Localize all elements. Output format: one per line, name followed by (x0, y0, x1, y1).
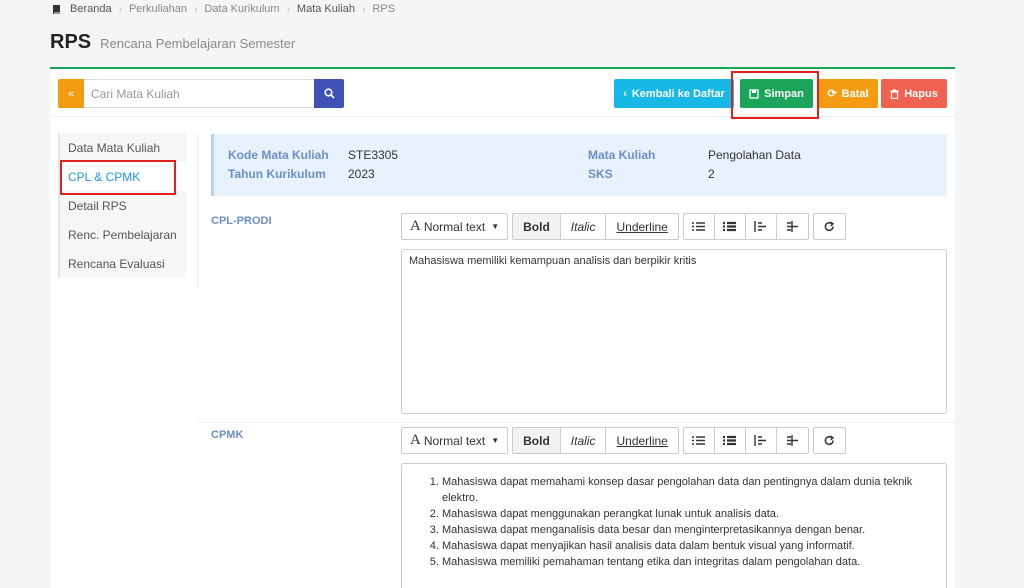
kode-label: Kode Mata Kuliah (228, 148, 329, 162)
bold-button[interactable]: Bold (513, 214, 561, 239)
font-icon: A (410, 432, 421, 448)
tahun-label: Tahun Kurikulum (228, 167, 326, 181)
list-item: Mahasiswa dapat menganalisis data besar … (442, 522, 934, 538)
font-style-dropdown[interactable]: A Normal text ▼ (402, 428, 507, 453)
rps-section-nav: Data Mata Kuliah CPL & CPMK Detail RPS R… (58, 133, 186, 278)
chevron-right-icon: › (362, 3, 366, 15)
delete-button-label: Hapus (904, 87, 938, 100)
mata-kuliah-value: Pengolahan Data (708, 148, 801, 162)
list-item: Mahasiswa dapat menggunakan perangkat lu… (442, 506, 934, 522)
cpmk-label: CPMK (211, 429, 244, 441)
breadcrumb-data-kurikulum[interactable]: Data Kurikulum (204, 3, 279, 15)
chevron-right-icon: › (118, 3, 122, 15)
nav-detail-rps[interactable]: Detail RPS (60, 191, 186, 220)
list-item: Mahasiswa memiliki pemahaman tentang eti… (442, 554, 934, 570)
undo-icon (824, 221, 834, 232)
font-style-dropdown[interactable]: A Normal text ▼ (402, 214, 507, 239)
sks-label: SKS (588, 167, 613, 181)
undo-button[interactable] (814, 214, 845, 239)
font-icon: A (410, 218, 421, 234)
back-button-label: Kembali ke Daftar (631, 87, 725, 100)
outdent-button[interactable] (746, 428, 777, 453)
trash-icon (890, 88, 899, 99)
bullet-list-button[interactable] (684, 214, 715, 239)
bullet-list-button[interactable] (684, 428, 715, 453)
italic-button[interactable]: Italic (561, 428, 607, 453)
font-style-label: Normal text (423, 219, 486, 234)
breadcrumb-perkuliahan[interactable]: Perkuliahan (129, 3, 187, 15)
indent-button[interactable] (777, 214, 808, 239)
caret-down-icon: ▼ (491, 436, 500, 445)
indent-button[interactable] (777, 428, 808, 453)
underline-button[interactable]: Underline (606, 214, 677, 239)
undo-button[interactable] (814, 428, 845, 453)
cpmk-editor[interactable]: Mahasiswa dapat memahami konsep dasar pe… (401, 463, 947, 588)
numbered-list-icon (723, 221, 737, 232)
cpl-prodi-label: CPL-PRODI (211, 215, 272, 227)
indent-icon (786, 221, 798, 232)
search-icon (323, 88, 335, 99)
nav-highlight-box (60, 160, 176, 195)
list-item: Mahasiswa dapat memahami konsep dasar pe… (442, 474, 934, 506)
list-item: Mahasiswa dapat menyajikan hasil analisi… (442, 538, 934, 554)
outdent-icon (754, 221, 767, 232)
divider (197, 133, 198, 288)
page-header: RPS Rencana Pembelajaran Semester (50, 31, 295, 54)
delete-button[interactable]: Hapus (881, 79, 947, 108)
breadcrumb-mata-kuliah[interactable]: Mata Kuliah (297, 3, 355, 15)
cancel-button[interactable]: ⟳ Batal (818, 79, 878, 108)
cpl-editor-toolbar: A Normal text ▼ Bold Italic Underline (401, 213, 846, 240)
chevron-right-icon: › (194, 3, 198, 15)
toolbar: « ‹ Kembali ke Daftar Simpan ⟳ Batal Hap… (50, 69, 955, 119)
bullet-list-icon (692, 436, 706, 445)
chevron-right-icon: › (286, 3, 290, 15)
numbered-list-button[interactable] (715, 428, 746, 453)
bullet-list-icon (692, 222, 706, 231)
cpmk-editor-toolbar: A Normal text ▼ Bold Italic Underline (401, 427, 846, 454)
back-to-list-button[interactable]: ‹ Kembali ke Daftar (614, 79, 734, 108)
font-style-label: Normal text (423, 433, 486, 448)
outdent-icon (754, 435, 767, 446)
course-info-panel: Kode Mata Kuliah STE3305 Tahun Kurikulum… (211, 134, 947, 196)
refresh-icon: ⟳ (827, 88, 837, 100)
outdent-button[interactable] (746, 214, 777, 239)
main-card: « ‹ Kembali ke Daftar Simpan ⟳ Batal Hap… (50, 67, 958, 588)
caret-down-icon: ▼ (491, 222, 500, 231)
numbered-list-button[interactable] (715, 214, 746, 239)
breadcrumb-rps: RPS (372, 3, 395, 15)
nav-rencana-evaluasi[interactable]: Rencana Evaluasi (60, 249, 186, 278)
sks-value: 2 (708, 167, 715, 181)
page-subtitle: Rencana Pembelajaran Semester (100, 36, 296, 51)
collapse-search-button[interactable]: « (58, 79, 84, 108)
underline-button[interactable]: Underline (606, 428, 677, 453)
search-input[interactable] (84, 79, 314, 108)
page-title: RPS (50, 31, 92, 53)
save-highlight-box (731, 71, 819, 119)
cpl-prodi-text: Mahasiswa memiliki kemampuan analisis da… (409, 255, 697, 267)
indent-icon (786, 435, 798, 446)
kode-value: STE3305 (348, 148, 399, 162)
numbered-list-icon (723, 435, 737, 446)
cpmk-list: Mahasiswa dapat memahami konsep dasar pe… (402, 464, 946, 570)
undo-icon (824, 435, 834, 446)
search-button[interactable] (314, 79, 344, 108)
section-divider (198, 422, 958, 423)
chevron-left-icon: ‹ (623, 87, 627, 100)
nav-data-mata-kuliah[interactable]: Data Mata Kuliah (60, 133, 186, 162)
mata-kuliah-label: Mata Kuliah (588, 148, 656, 162)
cancel-button-label: Batal (841, 87, 869, 100)
italic-button[interactable]: Italic (561, 214, 607, 239)
bold-button[interactable]: Bold (513, 428, 561, 453)
book-icon (53, 4, 60, 14)
breadcrumb: Beranda › Perkuliahan › Data Kurikulum ›… (52, 3, 395, 15)
tahun-value: 2023 (348, 167, 375, 181)
cpl-prodi-editor[interactable]: Mahasiswa memiliki kemampuan analisis da… (401, 249, 947, 414)
nav-renc-pembelajaran[interactable]: Renc. Pembelajaran (60, 220, 186, 249)
breadcrumb-home[interactable]: Beranda (70, 3, 112, 15)
